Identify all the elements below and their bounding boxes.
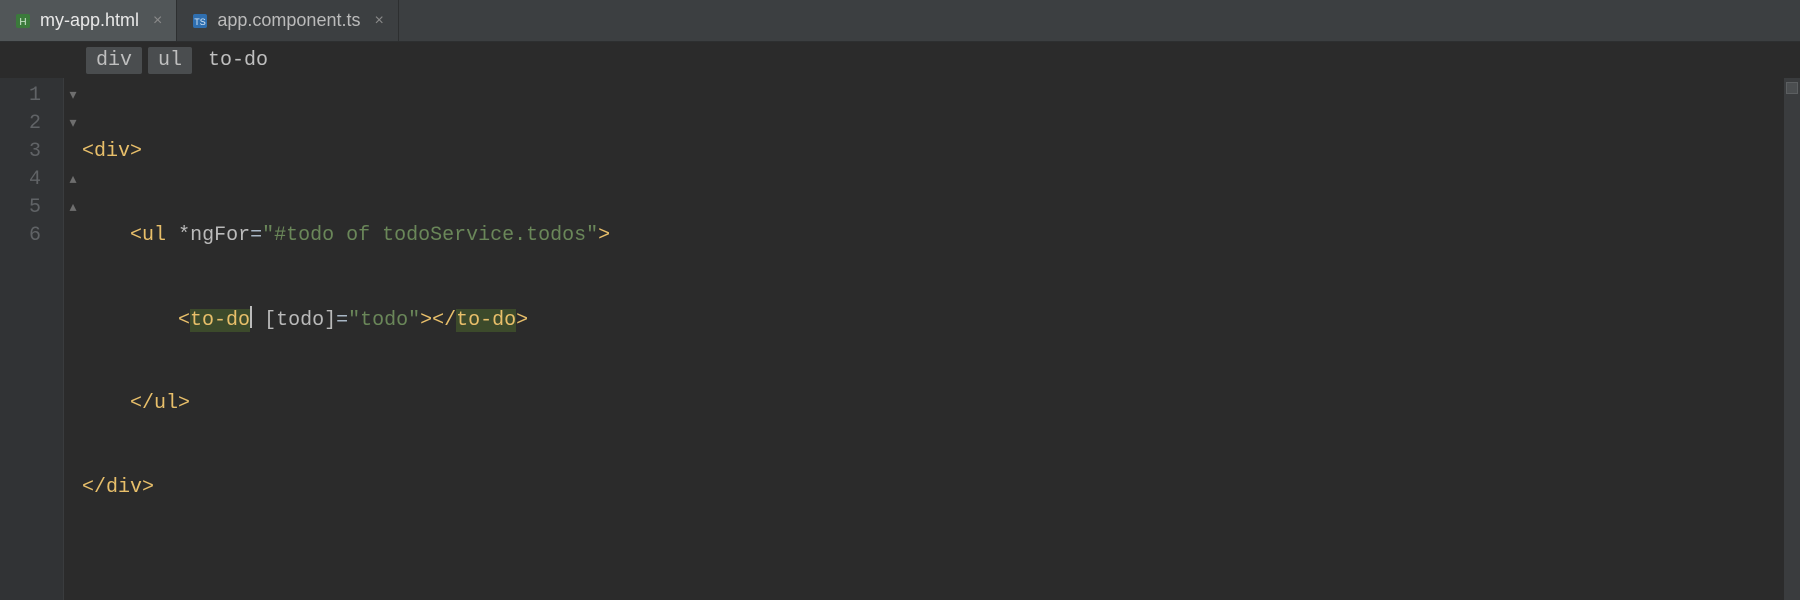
- breadcrumb-item[interactable]: div: [86, 47, 142, 74]
- fold-close-icon[interactable]: ▴: [64, 166, 82, 194]
- html-file-icon: H: [14, 12, 32, 30]
- code-line: <div>: [82, 138, 1800, 166]
- fold-gutter: ▾ ▾ ▴ ▴: [64, 78, 82, 600]
- tab-label: my-app.html: [40, 10, 139, 31]
- tab-label: app.component.ts: [217, 10, 360, 31]
- line-number: 1: [0, 82, 41, 110]
- breadcrumb-item[interactable]: to-do: [198, 47, 278, 74]
- code-line-current: <to-do [todo]="todo"></to-do>: [82, 306, 1800, 334]
- line-number: 2: [0, 110, 41, 138]
- tab-my-app-html[interactable]: H my-app.html ×: [0, 0, 177, 41]
- svg-text:TS: TS: [195, 17, 207, 27]
- error-stripe[interactable]: [1784, 78, 1800, 600]
- svg-text:H: H: [19, 17, 26, 28]
- close-icon[interactable]: ×: [153, 12, 162, 30]
- code-line: <ul *ngFor="#todo of todoService.todos">: [82, 222, 1800, 250]
- fold-none: [64, 138, 82, 166]
- fold-open-icon[interactable]: ▾: [64, 110, 82, 138]
- matched-open-tag: to-do: [190, 309, 250, 332]
- fold-none: [64, 222, 82, 250]
- fold-open-icon[interactable]: ▾: [64, 82, 82, 110]
- breadcrumb-item[interactable]: ul: [148, 47, 192, 74]
- code-editor[interactable]: 1 2 3 4 5 6 ▾ ▾ ▴ ▴ <div> <ul *ngFor="#t…: [0, 78, 1800, 600]
- close-icon[interactable]: ×: [374, 12, 383, 30]
- code-line: </div>: [82, 474, 1800, 502]
- code-content[interactable]: <div> <ul *ngFor="#todo of todoService.t…: [82, 78, 1800, 600]
- line-number: 3: [0, 138, 41, 166]
- tab-bar: H my-app.html × TS app.component.ts ×: [0, 0, 1800, 42]
- code-line: [82, 558, 1800, 586]
- text-caret: [250, 309, 252, 332]
- matched-close-tag: to-do: [456, 309, 516, 332]
- ts-file-icon: TS: [191, 12, 209, 30]
- code-line: </ul>: [82, 390, 1800, 418]
- inspection-summary-icon[interactable]: [1786, 82, 1798, 94]
- line-number-gutter: 1 2 3 4 5 6: [0, 78, 64, 600]
- line-number: 4: [0, 166, 41, 194]
- line-number: 6: [0, 222, 41, 250]
- line-number: 5: [0, 194, 41, 222]
- fold-close-icon[interactable]: ▴: [64, 194, 82, 222]
- tab-app-component-ts[interactable]: TS app.component.ts ×: [177, 0, 398, 41]
- breadcrumb: div ul to-do: [0, 42, 1800, 78]
